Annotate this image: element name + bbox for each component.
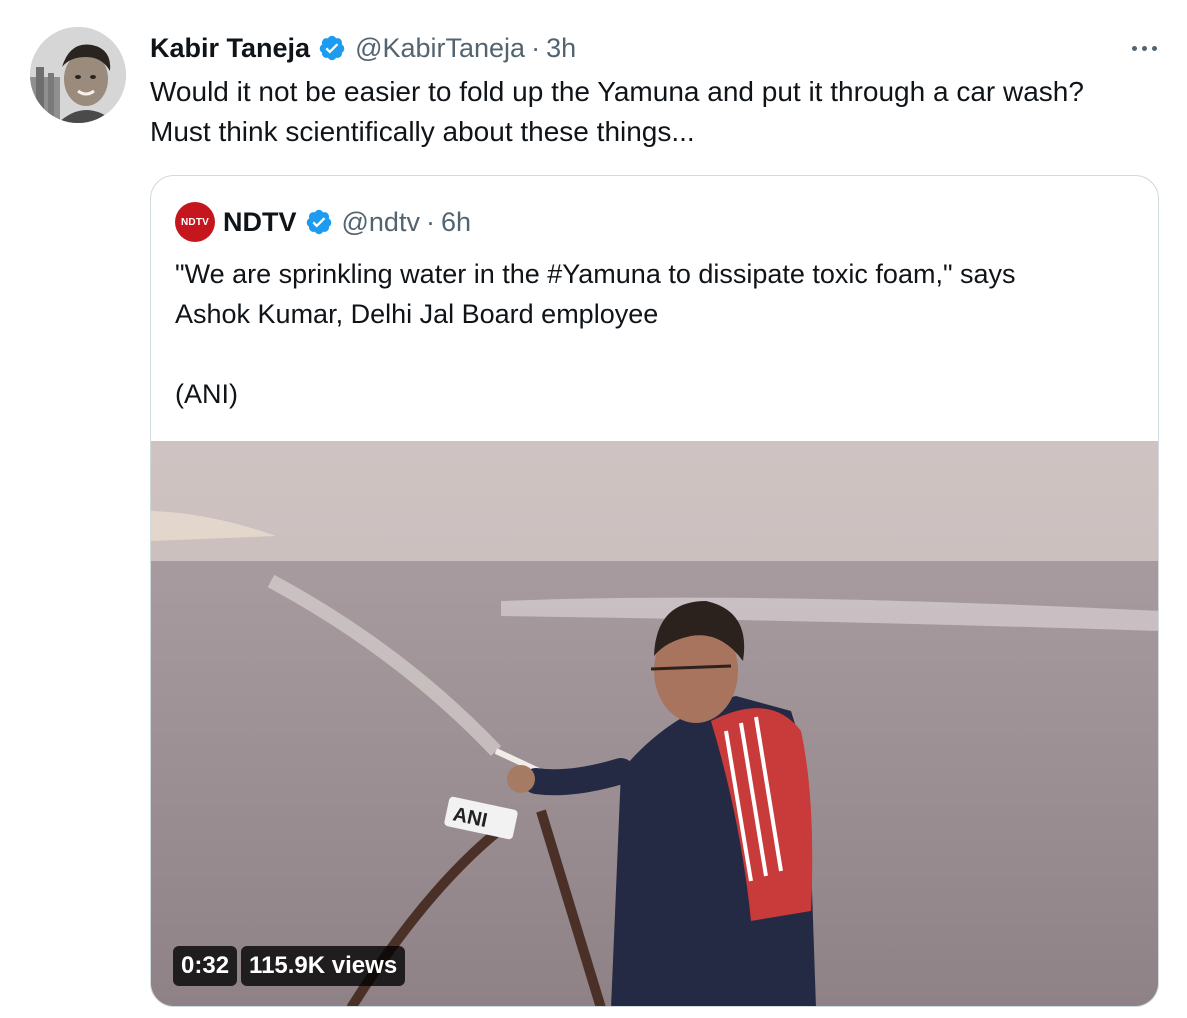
verified-badge-icon — [305, 208, 333, 236]
tweet-text-line: Must think scientifically about these th… — [150, 116, 695, 147]
separator-dot: · — [531, 32, 541, 63]
tweet-text-line: Would it not be easier to fold up the Ya… — [150, 76, 1084, 107]
tweet[interactable]: Kabir Taneja @KabirTaneja · 3h Would it … — [0, 0, 1187, 1018]
quoted-tweet-text: "We are sprinkling water in the #Yamuna … — [175, 254, 1135, 414]
quoted-author-handle[interactable]: @ndtv — [342, 207, 420, 238]
ndtv-logo-text: NDTV — [180, 216, 210, 228]
quoted-timestamp[interactable]: 6h — [441, 207, 471, 238]
video-views: 115.9K views — [241, 946, 406, 986]
verified-badge-icon — [318, 34, 346, 62]
quoted-text-line — [175, 334, 1135, 374]
quoted-tweet-header: NDTV NDTV @ndtv · 6h — [175, 202, 471, 242]
quoted-tweet[interactable]: NDTV NDTV @ndtv · 6h "We are sprinkling … — [150, 175, 1159, 1007]
avatar[interactable] — [30, 27, 126, 123]
quoted-text-line: "We are sprinkling water in the #Yamuna … — [175, 259, 1016, 289]
video-frame: ANI — [151, 441, 1158, 1006]
quoted-text-line: (ANI) — [175, 379, 238, 409]
quoted-text-line: Ashok Kumar, Delhi Jal Board employee — [175, 299, 659, 329]
author-name[interactable]: Kabir Taneja — [150, 33, 310, 64]
timestamp[interactable]: 3h — [546, 33, 576, 64]
video-player[interactable]: ANI 0:32 115.9K views — [151, 441, 1158, 1006]
author-handle[interactable]: @KabirTaneja — [355, 33, 525, 64]
tweet-text: Would it not be easier to fold up the Ya… — [150, 72, 1170, 152]
more-options-icon[interactable] — [1124, 33, 1164, 63]
video-overlay: 0:32 115.9K views — [173, 946, 406, 986]
video-duration: 0:32 — [173, 946, 238, 986]
tweet-header: Kabir Taneja @KabirTaneja · 3h — [150, 28, 576, 68]
ndtv-logo[interactable]: NDTV — [175, 202, 215, 242]
separator-dot: · — [425, 206, 435, 237]
quoted-author-name[interactable]: NDTV — [223, 207, 297, 238]
